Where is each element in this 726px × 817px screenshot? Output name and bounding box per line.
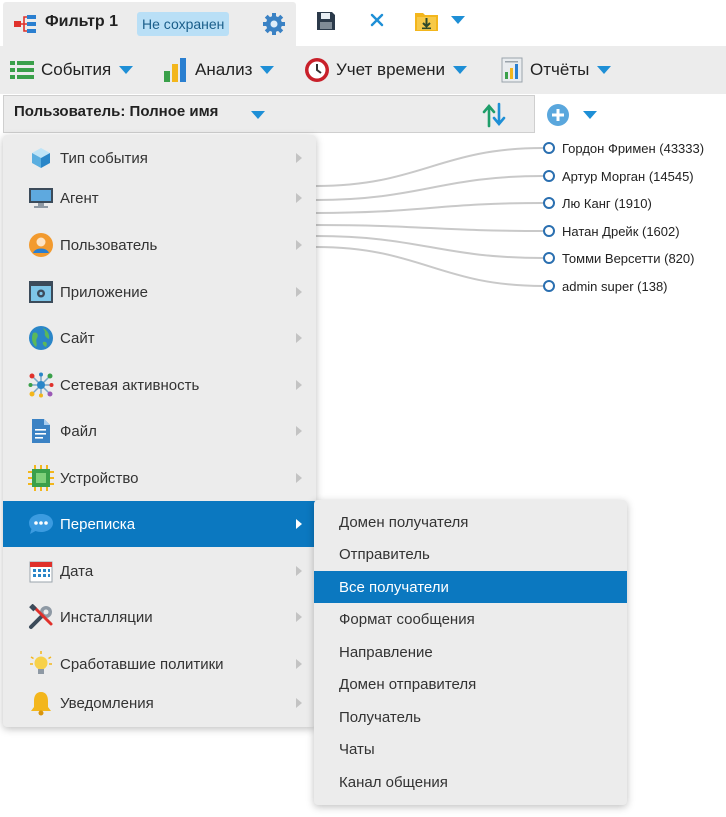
chevron-right-icon — [296, 193, 302, 203]
tree-node-label: Гордон Фримен (43333) — [562, 140, 705, 156]
tree-node-label: Артур Морган (14545) — [562, 168, 694, 184]
submenu-item[interactable]: Формат сообщения — [314, 603, 627, 635]
menu-item-label: Устройство — [60, 469, 139, 487]
monitor-icon — [28, 185, 54, 211]
cube-icon — [28, 145, 54, 171]
menu-item-label: Дата — [60, 562, 94, 580]
menu-item-network-activity[interactable]: Сетевая активность — [3, 362, 316, 408]
menu-item-label: Пользователь — [60, 236, 158, 254]
submenu-item[interactable]: Домен получателя — [314, 506, 627, 538]
menu-item-label: Сайт — [60, 329, 95, 347]
tree-node[interactable]: Томми Версетти (820) — [543, 249, 694, 267]
chevron-right-icon — [296, 333, 302, 343]
chevron-right-icon — [296, 519, 302, 529]
menu-item-label: Тип события — [60, 149, 148, 167]
document-icon — [28, 418, 54, 444]
globe-icon — [28, 325, 54, 351]
menu-item-label: Переписка — [60, 515, 136, 533]
chevron-right-icon — [296, 659, 302, 669]
chevron-right-icon — [296, 612, 302, 622]
tree-node[interactable]: Натан Дрейк (1602) — [543, 222, 680, 240]
user-icon — [28, 232, 54, 258]
submenu-item-selected[interactable]: Все получатели — [314, 571, 627, 603]
tree-node-label: Лю Канг (1910) — [562, 195, 652, 211]
submenu-item[interactable]: Отправитель — [314, 538, 627, 570]
chip-icon — [28, 465, 54, 491]
calendar-icon — [28, 558, 54, 584]
chevron-right-icon — [296, 287, 302, 297]
menu-item-site[interactable]: Сайт — [3, 315, 316, 361]
chevron-right-icon — [296, 240, 302, 250]
menu-item-correspondence[interactable]: Переписка — [3, 501, 316, 547]
chevron-right-icon — [296, 380, 302, 390]
app-window-icon — [28, 279, 54, 305]
menu-item-label: Сработавшие политики — [60, 655, 224, 673]
menu-item-application[interactable]: Приложение — [3, 269, 316, 315]
menu-item-label: Уведомления — [60, 694, 154, 712]
tree-node[interactable]: Лю Канг (1910) — [543, 194, 652, 212]
tree-node[interactable]: Гордон Фримен (43333) — [543, 139, 704, 157]
menu-item-device[interactable]: Устройство — [3, 455, 316, 501]
lightbulb-icon — [28, 651, 54, 677]
submenu-item[interactable]: Получатель — [314, 701, 627, 733]
submenu-item[interactable]: Чаты — [314, 733, 627, 765]
node-dot-icon — [543, 280, 555, 292]
tree-node-label: Натан Дрейк (1602) — [562, 223, 680, 239]
tools-icon — [28, 604, 54, 630]
network-icon — [28, 372, 54, 398]
correspondence-submenu: Домен получателя Отправитель Все получат… — [314, 500, 627, 805]
submenu-item[interactable]: Канал общения — [314, 766, 627, 798]
menu-item-label: Инсталляции — [60, 608, 153, 626]
tree-node[interactable]: Артур Морган (14545) — [543, 167, 694, 185]
menu-item-file[interactable]: Файл — [3, 408, 316, 454]
node-dot-icon — [543, 197, 555, 209]
node-dot-icon — [543, 225, 555, 237]
tree-node[interactable]: admin super (138) — [543, 277, 668, 295]
menu-item-date[interactable]: Дата — [3, 548, 316, 594]
menu-item-user[interactable]: Пользователь — [3, 222, 316, 268]
chevron-right-icon — [296, 426, 302, 436]
menu-item-label: Сетевая активность — [60, 376, 200, 394]
tree-node-label: Томми Версетти (820) — [562, 250, 695, 266]
node-dot-icon — [543, 142, 555, 154]
chat-icon — [28, 511, 54, 537]
menu-item-agent[interactable]: Агент — [3, 175, 316, 221]
chevron-right-icon — [296, 153, 302, 163]
submenu-item[interactable]: Направление — [314, 636, 627, 668]
menu-item-installations[interactable]: Инсталляции — [3, 594, 316, 640]
bell-icon — [28, 690, 54, 716]
menu-item-label: Файл — [60, 422, 97, 440]
chevron-right-icon — [296, 566, 302, 576]
menu-item-label: Приложение — [60, 283, 148, 301]
tree-node-label: admin super (138) — [562, 278, 668, 294]
menu-item-notifications[interactable]: Уведомления — [3, 680, 316, 726]
field-category-menu: Тип события Агент Пользователь Приложени… — [3, 135, 316, 727]
menu-item-label: Агент — [60, 189, 99, 207]
chevron-right-icon — [296, 473, 302, 483]
submenu-item[interactable]: Домен отправителя — [314, 668, 627, 700]
node-dot-icon — [543, 170, 555, 182]
node-dot-icon — [543, 252, 555, 264]
chevron-right-icon — [296, 698, 302, 708]
